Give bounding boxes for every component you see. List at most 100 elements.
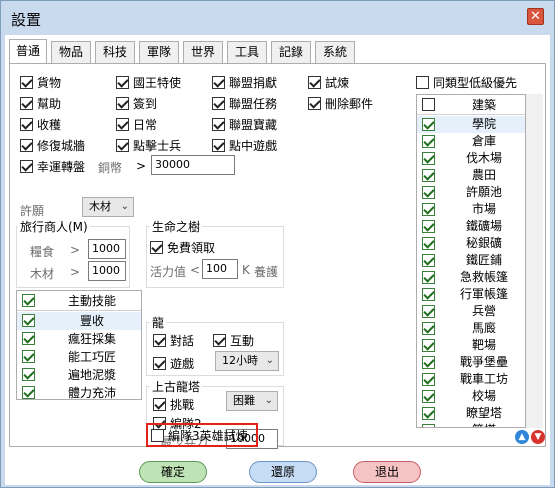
delete-mail-checkbox[interactable]: 刪除郵件 <box>308 95 373 111</box>
checkbox-box[interactable] <box>212 117 225 131</box>
list-item[interactable]: 急救帳篷 <box>417 269 525 286</box>
list-item[interactable]: 能工巧匠 <box>17 348 141 366</box>
dragon-interact-checkbox[interactable]: 互動 <box>213 332 254 348</box>
tab-army[interactable]: 軍隊 <box>139 41 179 63</box>
checkbox-box[interactable] <box>20 75 33 89</box>
checkbox-box[interactable] <box>308 96 321 110</box>
checkbox-box[interactable] <box>22 314 35 327</box>
alliance-task-checkbox[interactable]: 聯盟任務 <box>212 95 277 111</box>
dragon-play-checkbox[interactable]: 遊戲 <box>153 355 194 371</box>
checkbox-box[interactable] <box>422 271 435 284</box>
list-item[interactable]: 市場 <box>417 201 525 218</box>
checkbox-box[interactable] <box>422 339 435 352</box>
tab-log[interactable]: 記錄 <box>271 41 311 63</box>
checkbox-box[interactable] <box>151 428 164 442</box>
checkbox-box[interactable] <box>422 152 435 165</box>
tab-tech[interactable]: 科技 <box>95 41 135 63</box>
close-button[interactable]: ✕ <box>527 8 544 25</box>
exit-button[interactable]: 退出 <box>353 461 421 483</box>
checkbox-box[interactable] <box>213 333 226 347</box>
list-item[interactable]: 瘋狂採集 <box>17 330 141 348</box>
checkbox-box[interactable] <box>422 322 435 335</box>
skills-list[interactable]: 主動技能 豐收 瘋狂採集 能工巧匠 遍地泥漿 體力充沛 <box>16 290 142 400</box>
checkbox-box[interactable] <box>422 373 435 386</box>
checkbox-box[interactable] <box>22 386 35 399</box>
checkbox-box[interactable] <box>20 159 33 173</box>
tab-system[interactable]: 系統 <box>315 41 355 63</box>
checkbox-box[interactable] <box>212 138 225 152</box>
checkbox-box[interactable] <box>422 390 435 403</box>
checkbox-box[interactable] <box>422 305 435 318</box>
checkbox-box[interactable] <box>422 288 435 301</box>
list-item[interactable]: 鐵礦場 <box>417 218 525 235</box>
checkbox-box[interactable] <box>422 186 435 199</box>
checkbox-box[interactable] <box>22 368 35 381</box>
list-item[interactable]: 箭塔 <box>417 422 525 427</box>
move-down-button[interactable]: ▼ <box>531 430 545 444</box>
list-item[interactable]: 戰爭堡壘 <box>417 354 525 371</box>
list-item[interactable]: 遍地泥漿 <box>17 366 141 384</box>
tab-general[interactable]: 普通 <box>9 39 47 63</box>
checkbox-box[interactable] <box>308 75 321 89</box>
checkbox-box[interactable] <box>212 75 225 89</box>
goods-checkbox[interactable]: 貨物 <box>20 74 61 90</box>
same-type-priority-checkbox[interactable]: 同類型低級優先 <box>416 74 517 90</box>
list-item[interactable]: 倉庫 <box>417 133 525 150</box>
checkbox-box[interactable] <box>116 138 129 152</box>
checkbox-box[interactable] <box>422 169 435 182</box>
checkbox-box[interactable] <box>422 237 435 250</box>
checkbox-box[interactable] <box>422 356 435 369</box>
checkbox-box[interactable] <box>22 350 35 363</box>
checkbox-box[interactable] <box>20 117 33 131</box>
harvest-checkbox[interactable]: 收穫 <box>20 116 61 132</box>
repair-wall-checkbox[interactable]: 修復城牆 <box>20 137 85 153</box>
alliance-donate-checkbox[interactable]: 聯盟捐獻 <box>212 74 277 90</box>
list-item[interactable]: 馬廄 <box>417 320 525 337</box>
list-item[interactable]: 兵營 <box>417 303 525 320</box>
list-item[interactable]: 行軍帳篷 <box>417 286 525 303</box>
checkbox-box[interactable] <box>422 407 435 420</box>
checkbox-box[interactable] <box>422 135 435 148</box>
list-item[interactable]: 靶場 <box>417 337 525 354</box>
buildings-select-all-checkbox[interactable] <box>422 98 435 111</box>
restore-button[interactable]: 還原 <box>249 461 317 483</box>
list-item[interactable]: 校場 <box>417 388 525 405</box>
wood-input[interactable]: 1000 <box>88 261 126 281</box>
tab-tools[interactable]: 工具 <box>227 41 267 63</box>
help-checkbox[interactable]: 幫助 <box>20 95 61 111</box>
lucky-wheel-checkbox[interactable]: 幸運轉盤 <box>20 158 85 174</box>
copper-input[interactable]: 30000 <box>151 155 235 175</box>
list-item[interactable]: 豐收 <box>17 312 141 330</box>
list-item[interactable]: 學院 <box>417 116 525 133</box>
list-item[interactable]: 秘銀礦 <box>417 235 525 252</box>
checkbox-box[interactable] <box>20 96 33 110</box>
checkbox-box[interactable] <box>116 75 129 89</box>
formation3-hero-trial-checkbox[interactable]: 編隊3英雄試煉 <box>151 427 248 443</box>
tab-items[interactable]: 物品 <box>51 41 91 63</box>
list-item[interactable]: 許願池 <box>417 184 525 201</box>
tab-world[interactable]: 世界 <box>183 41 223 63</box>
challenge-checkbox[interactable]: 挑戰 <box>153 396 194 412</box>
list-item[interactable]: 農田 <box>417 167 525 184</box>
free-claim-checkbox[interactable]: 免費領取 <box>150 239 215 255</box>
list-item[interactable]: 戰車工坊 <box>417 371 525 388</box>
list-item[interactable]: 體力充沛 <box>17 384 141 399</box>
checkbox-box[interactable] <box>153 397 166 411</box>
list-item[interactable]: 瞭望塔 <box>417 405 525 422</box>
checkbox-box[interactable] <box>422 220 435 233</box>
vitality-input[interactable]: 100 <box>202 259 238 279</box>
checkbox-box[interactable] <box>22 332 35 345</box>
sign-in-checkbox[interactable]: 簽到 <box>116 95 157 111</box>
dragon-talk-checkbox[interactable]: 對話 <box>153 332 194 348</box>
ok-button[interactable]: 確定 <box>139 461 207 483</box>
move-up-button[interactable]: ▲ <box>515 430 529 444</box>
checkbox-box[interactable] <box>20 138 33 152</box>
checkbox-box[interactable] <box>422 118 435 131</box>
dragon-play-duration-select[interactable]: 12小時 ⌄ <box>215 351 279 371</box>
click-minigame-checkbox[interactable]: 點中遊戲 <box>212 137 277 153</box>
buildings-scrollbar[interactable] <box>526 94 543 428</box>
buildings-list[interactable]: 建築 學院 倉庫 伐木場 農田 許願池 市場 鐵礦場 秘銀礦 鐵匠鋪 急救帳篷 行軍帳篷 兵營 馬廄 靶場… <box>416 94 526 428</box>
checkbox-box[interactable] <box>116 96 129 110</box>
permit-select[interactable]: 木材 ⌄ <box>82 197 134 217</box>
checkbox-box[interactable] <box>150 240 163 254</box>
